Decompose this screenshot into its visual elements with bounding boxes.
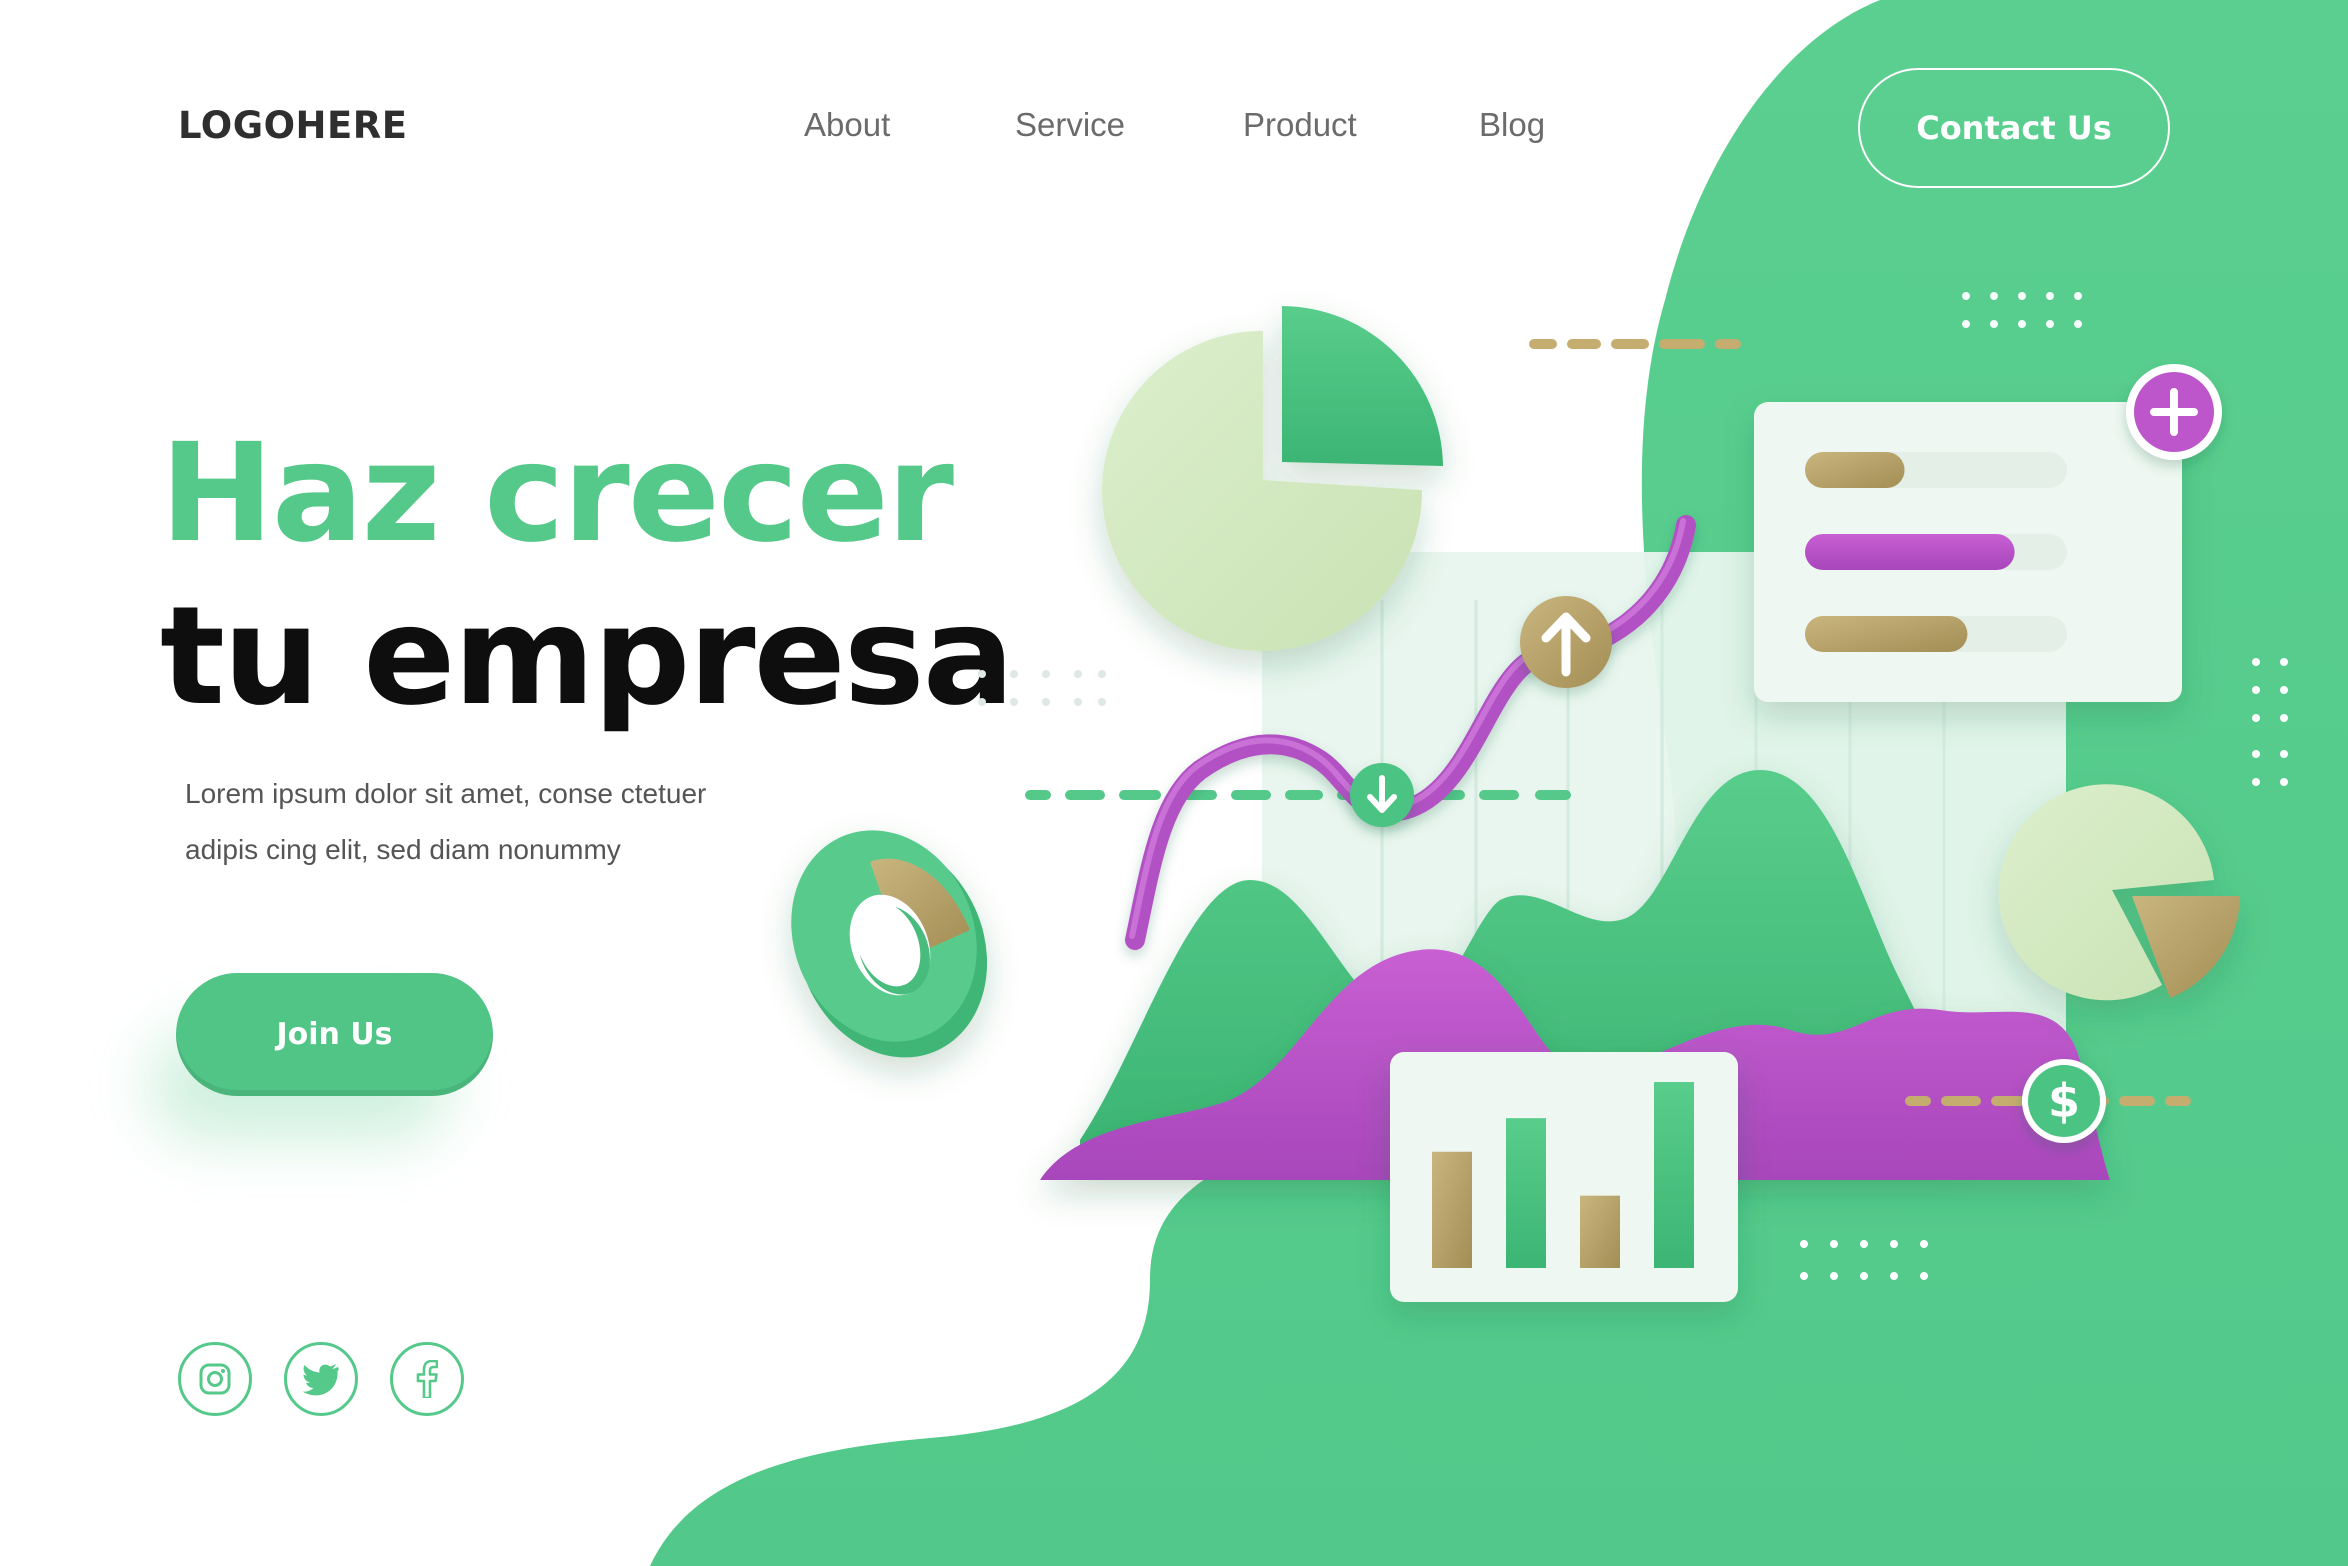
progress-tracks	[1805, 452, 2067, 652]
pie-chart-small	[1998, 784, 2240, 1001]
dot-grid-bottom	[1800, 1240, 1928, 1280]
bar-chart-bar	[1506, 1118, 1546, 1268]
analytics-illustration: $	[791, 292, 2288, 1302]
bar-chart-bar	[1654, 1082, 1694, 1268]
bar-chart-bar	[1580, 1195, 1620, 1268]
svg-text:$: $	[2048, 1074, 2080, 1128]
arrow-up-icon	[1520, 596, 1612, 688]
progress-bar-gold-2	[1805, 616, 1968, 652]
dot-grid-left	[978, 670, 1106, 706]
plus-icon	[2126, 364, 2222, 460]
dollar-icon: $	[2022, 1059, 2106, 1143]
progress-bar-purple	[1805, 534, 2015, 570]
bar-chart-bar	[1432, 1151, 1472, 1268]
arrow-down-icon	[1350, 763, 1414, 827]
dot-grid-right	[2252, 658, 2288, 786]
dot-grid-top-right	[1962, 292, 2082, 328]
progress-bar-gold-1	[1805, 452, 1905, 488]
donut-chart	[791, 830, 988, 1058]
